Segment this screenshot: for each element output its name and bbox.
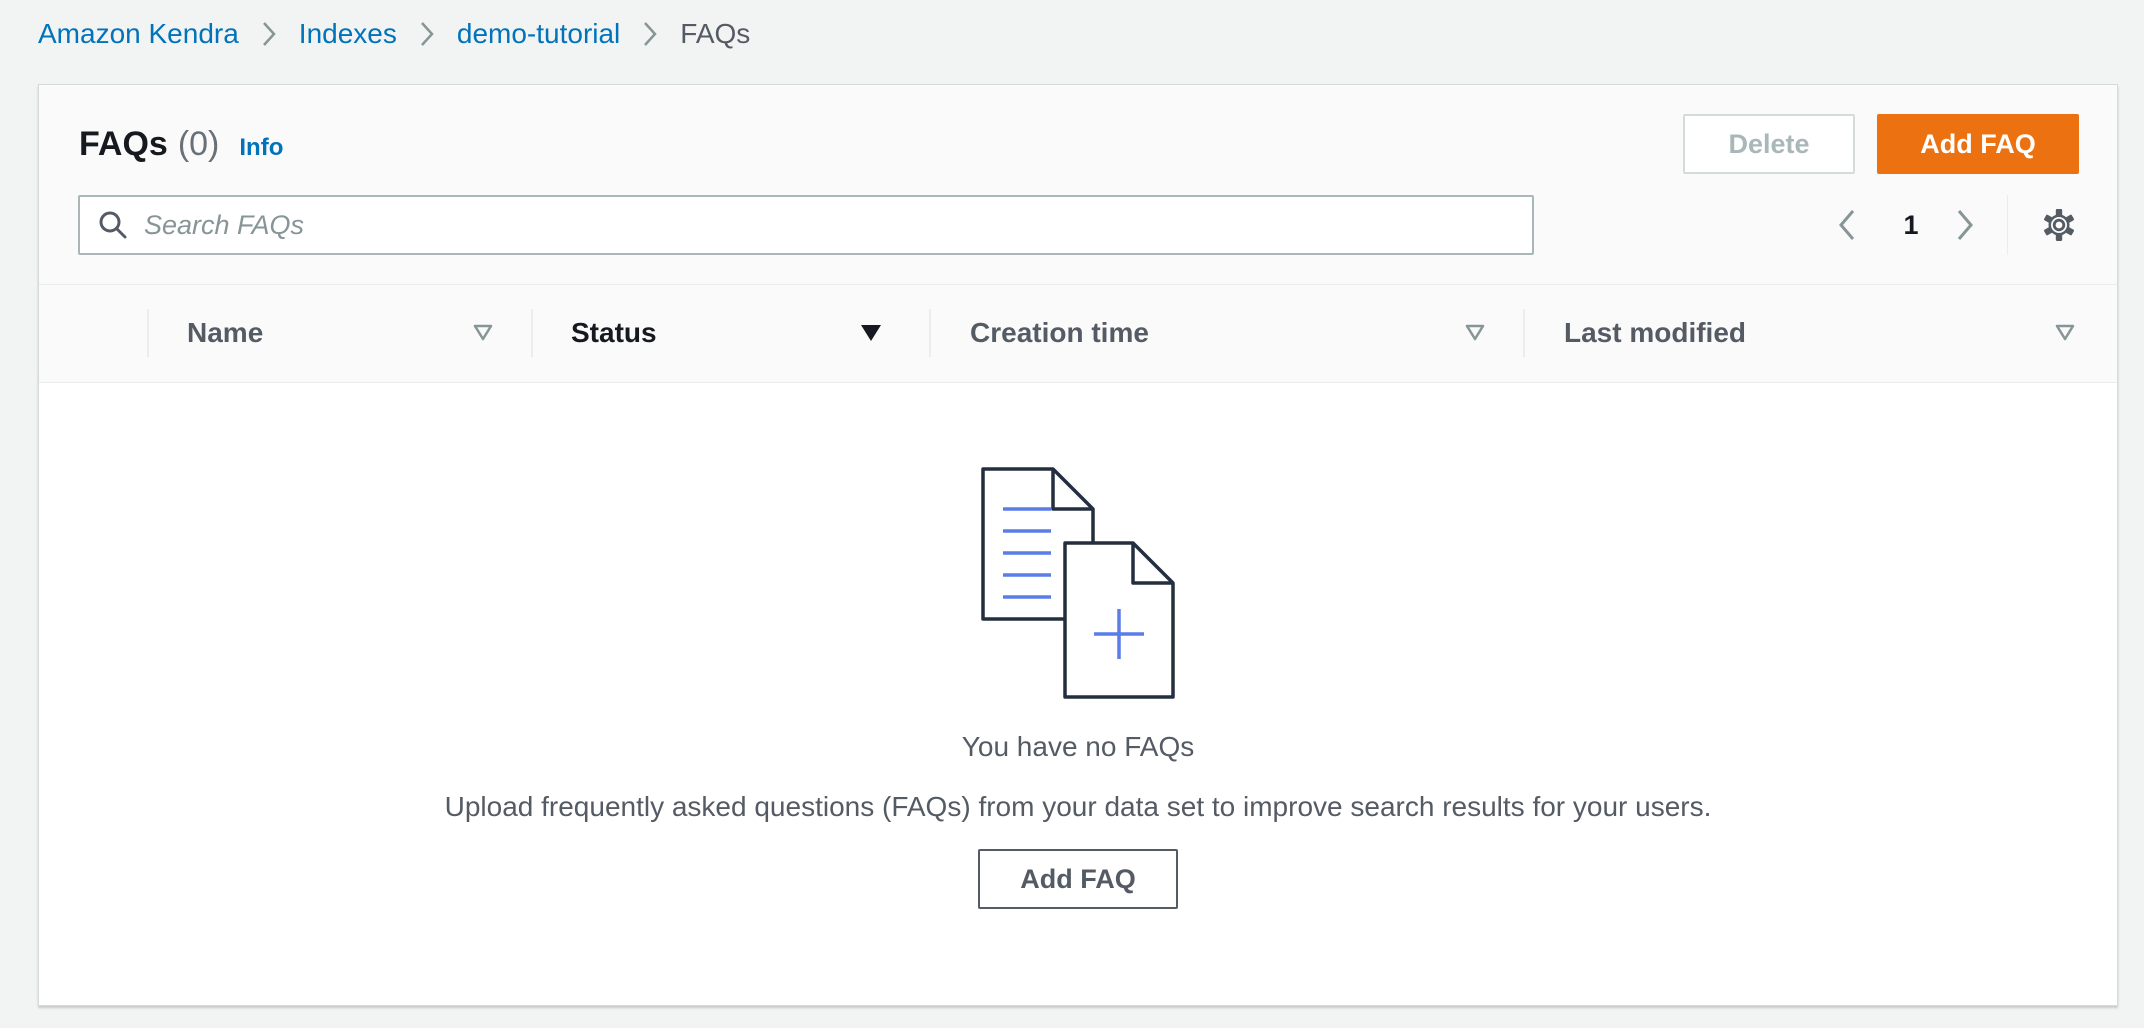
- next-page-button[interactable]: [1945, 203, 1985, 247]
- previous-page-button[interactable]: [1827, 203, 1867, 247]
- settings-button[interactable]: [2037, 203, 2081, 247]
- column-header-last-modified[interactable]: Last modified: [1564, 285, 2084, 381]
- column-header-creation-time[interactable]: Creation time: [970, 285, 1520, 381]
- breadcrumb-amazon-kendra[interactable]: Amazon Kendra: [38, 18, 239, 50]
- gear-icon: [2042, 208, 2076, 242]
- documents-add-icon: [981, 467, 1181, 708]
- sort-caret-down-icon[interactable]: [1463, 321, 1487, 345]
- breadcrumb: Amazon Kendra Indexes demo-tutorial FAQs: [38, 14, 750, 54]
- chevron-left-icon: [1837, 208, 1857, 242]
- page-number[interactable]: 1: [1887, 203, 1935, 247]
- empty-state-title: You have no FAQs: [961, 731, 1195, 762]
- search-input[interactable]: [142, 199, 1532, 251]
- sort-caret-down-icon[interactable]: [471, 321, 495, 345]
- column-divider: [531, 309, 533, 357]
- empty-state-description: Upload frequently asked questions (FAQs)…: [444, 791, 1712, 822]
- column-label-name: Name: [187, 317, 264, 348]
- column-label-creation-time: Creation time: [970, 317, 1149, 348]
- column-divider: [929, 309, 931, 357]
- faq-count: (0): [177, 125, 220, 163]
- sort-caret-down-icon[interactable]: [859, 321, 883, 345]
- chevron-right-icon: [1955, 208, 1975, 242]
- breadcrumb-indexes[interactable]: Indexes: [299, 18, 397, 50]
- search-icon: [98, 210, 128, 240]
- search-box[interactable]: [78, 195, 1534, 255]
- breadcrumb-current: FAQs: [680, 18, 751, 49]
- breadcrumb-demo-tutorial[interactable]: demo-tutorial: [457, 18, 620, 50]
- empty-state: You have no FAQs Upload frequently asked…: [39, 383, 2117, 983]
- column-divider: [147, 309, 149, 357]
- add-faq-button[interactable]: Add FAQ: [1877, 114, 2079, 174]
- chevron-right-icon: [261, 20, 277, 48]
- panel-header: FAQs (0) Info Delete Add FAQ 1: [39, 85, 2117, 285]
- chevron-right-icon: [419, 20, 435, 48]
- faqs-panel: FAQs (0) Info Delete Add FAQ 1: [38, 84, 2118, 1006]
- page-title: FAQs: [79, 125, 168, 163]
- title-row: FAQs (0) Info: [79, 125, 283, 164]
- pager-divider: [2007, 195, 2008, 255]
- column-label-status: Status: [571, 317, 657, 348]
- delete-button[interactable]: Delete: [1683, 114, 1855, 174]
- table-header: Name Status Creation time Last modified: [39, 285, 2117, 383]
- info-link[interactable]: Info: [239, 134, 283, 162]
- sort-caret-down-icon[interactable]: [2053, 321, 2077, 345]
- empty-state-add-faq-button[interactable]: Add FAQ: [978, 849, 1178, 909]
- column-label-last-modified: Last modified: [1564, 317, 1747, 348]
- chevron-right-icon: [642, 20, 658, 48]
- column-divider: [1523, 309, 1525, 357]
